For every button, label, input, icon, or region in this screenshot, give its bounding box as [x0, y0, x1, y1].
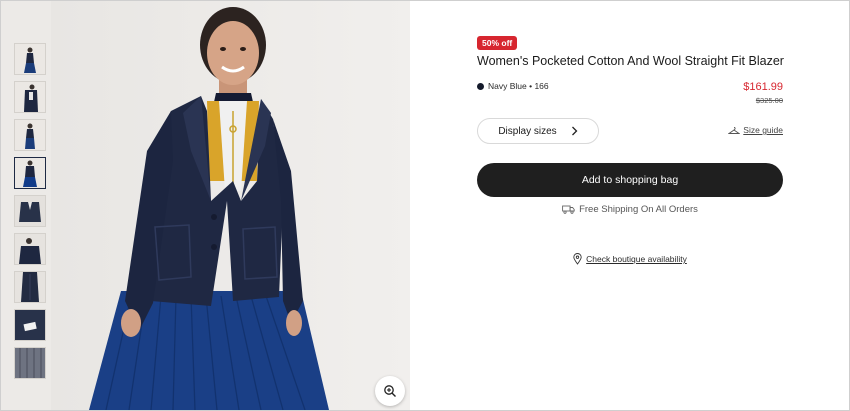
boutique-link-text: Check boutique availability — [586, 254, 687, 264]
thumbnail-4[interactable] — [14, 157, 46, 189]
main-product-image — [51, 1, 410, 410]
thumbnail-image — [15, 272, 45, 302]
thumbnail-image — [15, 158, 45, 188]
hanger-icon — [728, 126, 741, 134]
discount-badge: 50% off — [477, 36, 518, 50]
thumbnail-image — [15, 196, 45, 226]
thumbnail-image — [15, 348, 45, 378]
size-guide-link[interactable]: Size guide — [728, 125, 783, 135]
thumbnail-image — [15, 44, 45, 74]
original-price: $325.00 — [755, 96, 783, 105]
color-swatch — [477, 82, 484, 90]
product-details: 50% off Women's Pocketed Cotton And Wool… — [477, 1, 784, 410]
zoom-button[interactable] — [375, 376, 405, 406]
thumbnail-image — [15, 82, 45, 112]
display-sizes-label: Display sizes — [498, 125, 557, 137]
thumbnail-9[interactable] — [14, 347, 46, 379]
thumbnail-5[interactable] — [14, 195, 46, 227]
thumbnail-1[interactable] — [14, 43, 46, 75]
thumbnail-2[interactable] — [14, 81, 46, 113]
color-selector: Navy Blue • 166 — [477, 81, 549, 91]
display-sizes-button[interactable]: Display sizes — [477, 118, 599, 144]
shipping-text: Free Shipping On All Orders — [579, 204, 698, 215]
shipping-info: Free Shipping On All Orders — [477, 204, 783, 215]
chevron-right-icon — [571, 126, 578, 136]
thumbnail-6[interactable] — [14, 233, 46, 265]
thumbnail-strip — [14, 43, 46, 385]
thumbnail-image — [15, 120, 45, 150]
image-gallery — [1, 1, 410, 410]
thumbnail-image — [15, 234, 45, 264]
thumbnail-image — [15, 310, 45, 340]
truck-icon — [562, 205, 575, 214]
product-page: 50% off Women's Pocketed Cotton And Wool… — [0, 0, 850, 411]
product-title: Women's Pocketed Cotton And Wool Straigh… — [477, 54, 784, 68]
boutique-availability-link[interactable]: Check boutique availability — [477, 253, 783, 265]
thumbnail-7[interactable] — [14, 271, 46, 303]
zoom-in-icon — [384, 385, 396, 397]
add-to-bag-button[interactable]: Add to shopping bag — [477, 163, 783, 197]
color-label: Navy Blue • 166 — [488, 81, 549, 91]
thumbnail-8[interactable] — [14, 309, 46, 341]
sale-price: $161.99 — [743, 81, 783, 93]
thumbnail-3[interactable] — [14, 119, 46, 151]
location-pin-icon — [573, 253, 582, 265]
size-guide-label: Size guide — [743, 125, 783, 135]
